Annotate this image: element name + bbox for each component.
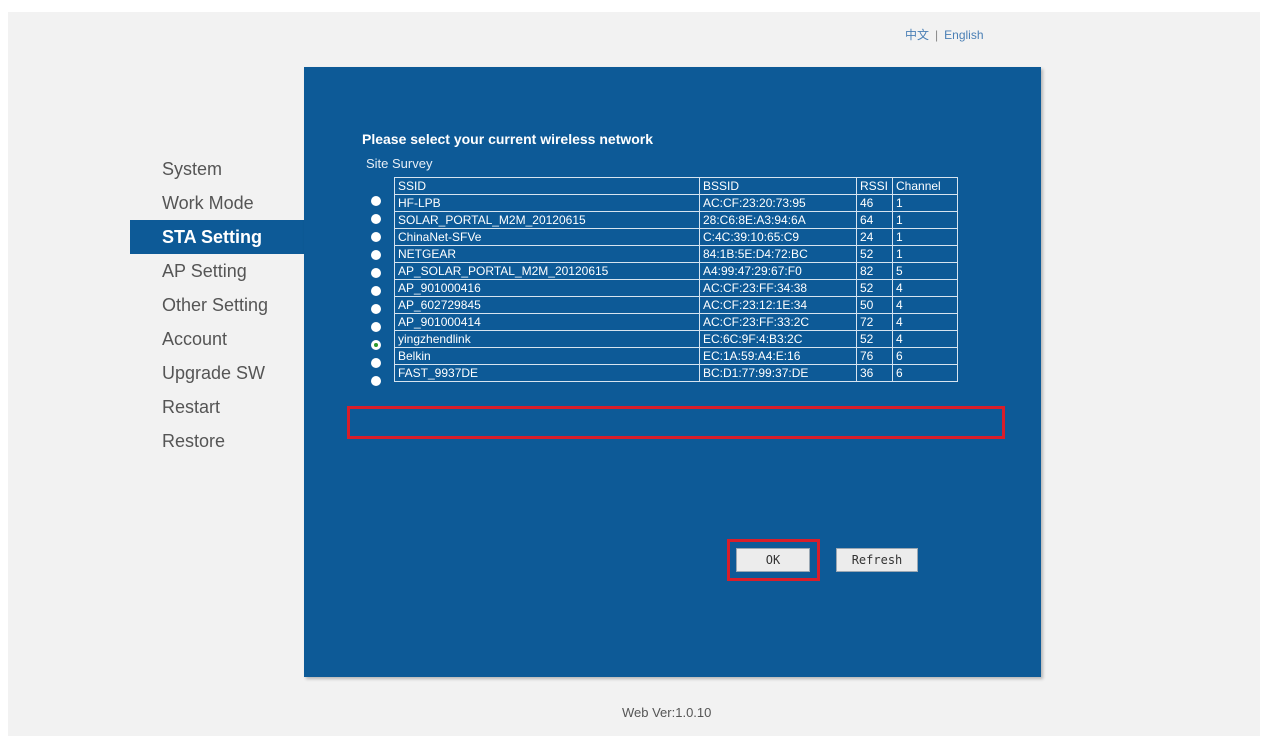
selected-network-highlight [347, 406, 1005, 439]
rssi-cell: 52 [856, 279, 893, 297]
table-row[interactable]: AP_602729845 AC:CF:23:12:1E:34 50 4 [394, 296, 958, 314]
rssi-cell: 52 [856, 330, 893, 348]
lang-english-link[interactable]: English [944, 28, 983, 42]
bssid-cell: EC:1A:59:A4:E:16 [699, 347, 857, 365]
web-version: Web Ver:1.0.10 [622, 705, 712, 720]
channel-cell: 6 [892, 347, 958, 365]
ssid-cell: AP_901000414 [394, 313, 700, 331]
table-row[interactable]: Belkin EC:1A:59:A4:E:16 76 6 [394, 347, 958, 365]
network-radio[interactable] [371, 250, 381, 260]
ssid-cell: ChinaNet-SFVe [394, 228, 700, 246]
sidebar-item-upgrade-sw[interactable]: Upgrade SW [130, 356, 304, 390]
bssid-cell: C:4C:39:10:65:C9 [699, 228, 857, 246]
network-radio[interactable] [371, 304, 381, 314]
rssi-cell: 82 [856, 262, 893, 280]
language-switch: 中文 | English [905, 26, 984, 43]
bssid-cell: AC:CF:23:20:73:95 [699, 194, 857, 212]
sidebar-item-system[interactable]: System [130, 152, 304, 186]
bssid-cell: AC:CF:23:12:1E:34 [699, 296, 857, 314]
bssid-cell: 28:C6:8E:A3:94:6A [699, 211, 857, 229]
network-radio[interactable] [371, 268, 381, 278]
network-radio[interactable] [371, 322, 381, 332]
ssid-cell: AP_SOLAR_PORTAL_M2M_20120615 [394, 262, 700, 280]
network-radio[interactable] [371, 214, 381, 224]
channel-cell: 4 [892, 279, 958, 297]
table-row[interactable]: AP_SOLAR_PORTAL_M2M_20120615 A4:99:47:29:… [394, 262, 958, 280]
bssid-cell: A4:99:47:29:67:F0 [699, 262, 857, 280]
sidebar-item-work-mode[interactable]: Work Mode [130, 186, 304, 220]
refresh-button[interactable]: Refresh [836, 548, 918, 572]
ssid-cell: FAST_9937DE [394, 364, 700, 382]
bssid-cell: EC:6C:9F:4:B3:2C [699, 330, 857, 348]
table-row[interactable]: ChinaNet-SFVe C:4C:39:10:65:C9 24 1 [394, 228, 958, 246]
ssid-cell: SOLAR_PORTAL_M2M_20120615 [394, 211, 700, 229]
rssi-cell: 46 [856, 194, 893, 212]
table-row[interactable]: yingzhendlink EC:6C:9F:4:B3:2C 52 4 [394, 330, 958, 348]
channel-cell: 1 [892, 194, 958, 212]
channel-cell: 1 [892, 228, 958, 246]
ssid-cell: Belkin [394, 347, 700, 365]
rssi-cell: 52 [856, 245, 893, 263]
ssid-cell: NETGEAR [394, 245, 700, 263]
channel-cell: 4 [892, 330, 958, 348]
site-survey-label: Site Survey [366, 156, 433, 171]
column-header-bssid: BSSID [699, 177, 857, 195]
bssid-cell: 84:1B:5E:D4:72:BC [699, 245, 857, 263]
column-header-rssi: RSSI [856, 177, 893, 195]
table-row[interactable]: HF-LPB AC:CF:23:20:73:95 46 1 [394, 194, 958, 212]
ssid-cell: yingzhendlink [394, 330, 700, 348]
channel-cell: 1 [892, 245, 958, 263]
table-row[interactable]: AP_901000414 AC:CF:23:FF:33:2C 72 4 [394, 313, 958, 331]
network-radio[interactable] [371, 232, 381, 242]
ssid-cell: HF-LPB [394, 194, 700, 212]
ok-button-highlight [727, 539, 820, 581]
network-radio[interactable] [371, 376, 381, 386]
site-survey-table: SSID BSSID RSSI Channel HF-LPB AC:CF:23:2… [394, 177, 958, 382]
table-header-row: SSID BSSID RSSI Channel [394, 177, 958, 195]
network-radio[interactable] [371, 196, 381, 206]
rssi-cell: 64 [856, 211, 893, 229]
sidebar-item-restore[interactable]: Restore [130, 424, 304, 458]
sidebar-item-restart[interactable]: Restart [130, 390, 304, 424]
ssid-cell: AP_901000416 [394, 279, 700, 297]
channel-cell: 1 [892, 211, 958, 229]
sidebar-item-ap-setting[interactable]: AP Setting [130, 254, 304, 288]
channel-cell: 4 [892, 296, 958, 314]
column-header-ssid: SSID [394, 177, 700, 195]
ssid-cell: AP_602729845 [394, 296, 700, 314]
network-radio[interactable] [371, 340, 381, 350]
rssi-cell: 76 [856, 347, 893, 365]
sidebar-item-other-setting[interactable]: Other Setting [130, 288, 304, 322]
network-radio-group [371, 196, 389, 394]
bssid-cell: AC:CF:23:FF:33:2C [699, 313, 857, 331]
column-header-channel: Channel [892, 177, 958, 195]
rssi-cell: 24 [856, 228, 893, 246]
table-row[interactable]: SOLAR_PORTAL_M2M_20120615 28:C6:8E:A3:94:… [394, 211, 958, 229]
channel-cell: 5 [892, 262, 958, 280]
channel-cell: 4 [892, 313, 958, 331]
rssi-cell: 72 [856, 313, 893, 331]
sidebar-item-sta-setting[interactable]: STA Setting [130, 220, 304, 254]
table-row[interactable]: AP_901000416 AC:CF:23:FF:34:38 52 4 [394, 279, 958, 297]
bssid-cell: BC:D1:77:99:37:DE [699, 364, 857, 382]
bssid-cell: AC:CF:23:FF:34:38 [699, 279, 857, 297]
lang-chinese-link[interactable]: 中文 [905, 28, 929, 42]
sidebar-item-account[interactable]: Account [130, 322, 304, 356]
lang-separator: | [935, 28, 939, 42]
network-radio[interactable] [371, 286, 381, 296]
sidebar-nav: System Work Mode STA Setting AP Setting … [130, 152, 304, 458]
network-radio[interactable] [371, 358, 381, 368]
channel-cell: 6 [892, 364, 958, 382]
rssi-cell: 50 [856, 296, 893, 314]
rssi-cell: 36 [856, 364, 893, 382]
page-title: Please select your current wireless netw… [362, 131, 654, 147]
table-row[interactable]: NETGEAR 84:1B:5E:D4:72:BC 52 1 [394, 245, 958, 263]
table-row[interactable]: FAST_9937DE BC:D1:77:99:37:DE 36 6 [394, 364, 958, 382]
